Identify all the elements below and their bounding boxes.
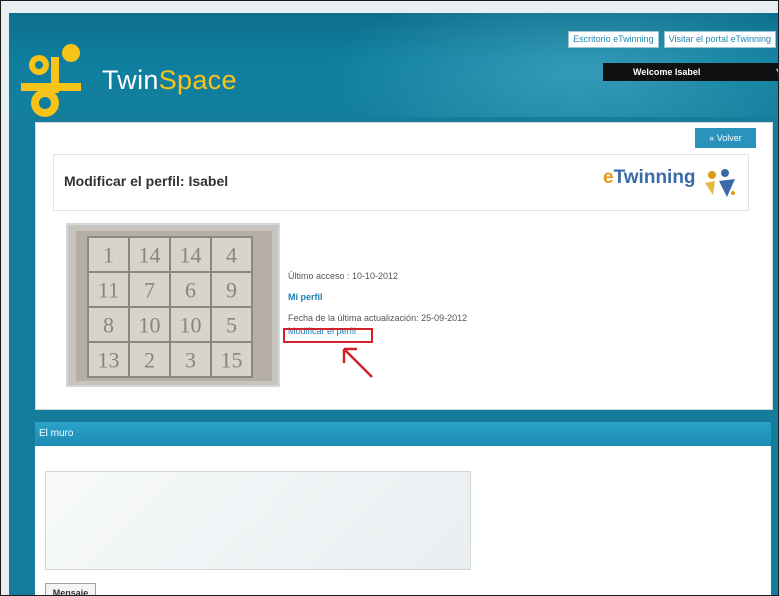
puzzle-number: 1 xyxy=(103,243,114,268)
twinspace-logo-icon xyxy=(21,44,81,117)
last-access: Último acceso : 10-10-2012 xyxy=(288,271,399,281)
site-header: Escritorio eTwinning Visitar el portal e… xyxy=(9,13,778,117)
user-menu[interactable]: Welcome Isabel ▾ xyxy=(603,63,778,81)
page-title: Modificar el perfil: Isabel xyxy=(64,173,229,189)
magic-square-image: 1 14 14 4 11 7 6 9 8 10 10 5 13 2 3 15 xyxy=(68,225,278,385)
wall-body: Mensaje xyxy=(35,446,771,595)
title-box: Modificar el perfil: Isabel eTwinning xyxy=(53,154,749,211)
puzzle-number: 13 xyxy=(98,348,120,373)
escritorio-link[interactable]: Escritorio eTwinning xyxy=(568,31,659,48)
red-arrow-icon xyxy=(342,347,373,378)
message-button[interactable]: Mensaje xyxy=(45,583,96,595)
app-window: Escritorio eTwinning Visitar el portal e… xyxy=(0,0,779,596)
puzzle-number: 5 xyxy=(226,313,237,338)
edit-profile-highlight xyxy=(283,328,373,343)
brand-title: TwinSpace xyxy=(102,65,237,96)
last-update: Fecha de la última actualización: 25-09-… xyxy=(288,313,468,323)
brand-accent: Space xyxy=(158,65,237,95)
welcome-label: Welcome Isabel xyxy=(633,67,701,77)
message-textarea[interactable] xyxy=(45,471,471,570)
main-area: « Volver Modificar el perfil: Isabel eTw… xyxy=(9,117,778,595)
puzzle-number: 14 xyxy=(139,243,161,268)
puzzle-number: 10 xyxy=(139,313,161,338)
top-links: Escritorio eTwinning Visitar el portal e… xyxy=(568,31,776,48)
my-profile-link[interactable]: Mi perfil xyxy=(288,292,323,302)
puzzle-number: 10 xyxy=(180,313,202,338)
etwinning-figure-icon xyxy=(705,169,735,197)
profile-photo: 1 14 14 4 11 7 6 9 8 10 10 5 13 2 3 15 xyxy=(66,223,280,387)
etwinning-name: Twinning xyxy=(613,167,696,188)
puzzle-number: 15 xyxy=(221,348,243,373)
brand-main: Twin xyxy=(102,65,159,95)
puzzle-number: 8 xyxy=(103,313,114,338)
etwinning-wordmark: eTwinning xyxy=(603,167,696,189)
puzzle-number: 3 xyxy=(185,348,196,373)
puzzle-number: 2 xyxy=(144,348,155,373)
wall-header: El muro xyxy=(35,422,771,446)
back-button[interactable]: « Volver xyxy=(695,128,756,148)
puzzle-number: 7 xyxy=(144,278,155,303)
puzzle-number: 14 xyxy=(180,243,202,268)
puzzle-number: 11 xyxy=(98,278,119,303)
portal-link[interactable]: Visitar el portal eTwinning xyxy=(663,31,776,48)
etwinning-logo: eTwinning xyxy=(603,163,745,201)
wall-title: El muro xyxy=(39,428,74,439)
puzzle-number: 4 xyxy=(226,243,237,268)
chevron-down-icon[interactable]: ▾ xyxy=(776,66,778,77)
puzzle-number: 9 xyxy=(226,278,237,303)
profile-panel: « Volver Modificar el perfil: Isabel eTw… xyxy=(35,122,773,410)
puzzle-number: 6 xyxy=(185,278,196,303)
etwinning-prefix: e xyxy=(603,167,614,188)
